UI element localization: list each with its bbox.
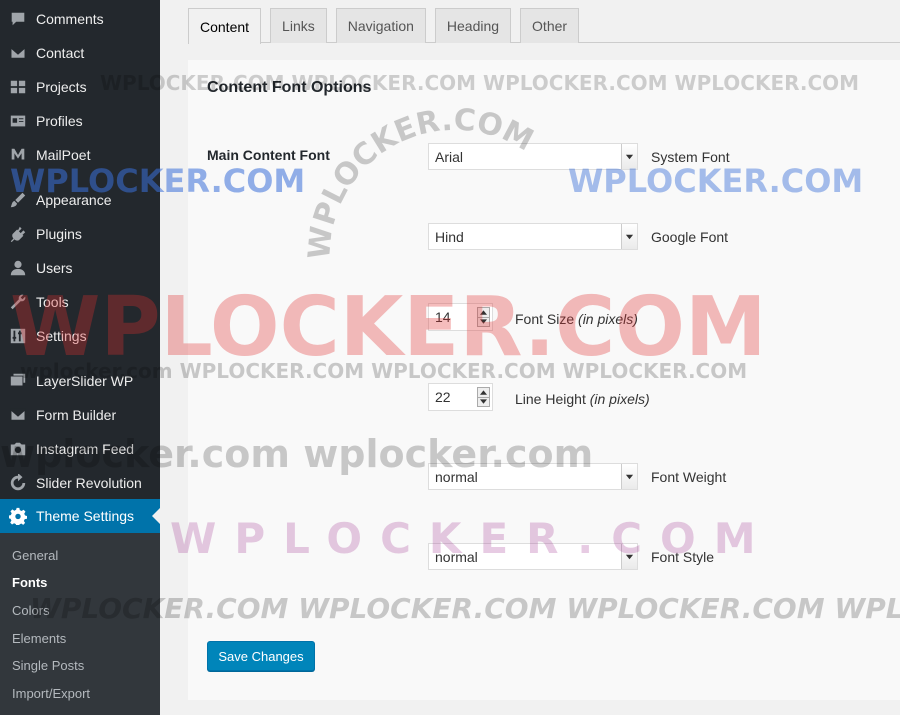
admin-sidebar: Comments Contact Projects Profiles MailP… <box>0 0 160 715</box>
sidebar-item-tools[interactable]: Tools <box>0 285 160 319</box>
user-icon <box>9 259 27 277</box>
system-font-select[interactable]: Arial <box>428 143 638 170</box>
sidebar-item-label: Instagram Feed <box>36 441 135 457</box>
google-font-select[interactable]: Hind <box>428 223 638 250</box>
system-font-value: Arial <box>435 148 464 165</box>
camera-icon <box>9 440 27 458</box>
sidebar-item-users[interactable]: Users <box>0 251 160 285</box>
font-weight-select[interactable]: normal <box>428 463 638 490</box>
id-card-icon <box>9 112 27 130</box>
chevron-down-icon <box>621 464 637 489</box>
envelope-icon <box>9 44 27 62</box>
sidebar-item-label: LayerSlider WP <box>36 373 134 389</box>
sidebar-item-label: MailPoet <box>36 147 91 163</box>
font-size-input[interactable]: 14 <box>428 303 493 331</box>
tab-navigation[interactable]: Navigation <box>335 8 426 43</box>
submenu-item-import-export[interactable]: Import/Export <box>12 686 90 701</box>
sidebar-item-profiles[interactable]: Profiles <box>0 104 160 138</box>
tab-content[interactable]: Content <box>188 8 262 44</box>
wrench-icon <box>9 293 27 311</box>
submenu-item-elements[interactable]: Elements <box>12 631 66 646</box>
sidebar-item-mailpoet[interactable]: MailPoet <box>0 138 160 172</box>
tab-other[interactable]: Other <box>520 8 580 43</box>
sidebar-item-plugins[interactable]: Plugins <box>0 217 160 251</box>
font-size-spinner[interactable] <box>477 307 490 327</box>
sidebar-item-theme-settings[interactable]: Theme Settings <box>0 499 160 533</box>
chevron-down-icon <box>621 224 637 249</box>
sidebar-item-label: Form Builder <box>36 407 117 423</box>
font-style-value: normal <box>435 548 478 565</box>
sidebar-item-contact[interactable]: Contact <box>0 36 160 70</box>
sidebar-item-label: Contact <box>36 45 85 61</box>
sidebar-item-label: Users <box>36 260 73 276</box>
font-size-desc: Font Size <box>515 311 575 327</box>
sidebar-item-layerslider[interactable]: LayerSlider WP <box>0 364 160 398</box>
line-height-input[interactable]: 22 <box>428 383 493 411</box>
paintbrush-icon <box>9 191 27 209</box>
google-font-label: Google Font <box>651 229 729 245</box>
font-size-label: Font Size (in pixels) <box>515 311 638 327</box>
sidebar-item-label: Profiles <box>36 113 83 129</box>
font-weight-value: normal <box>435 468 478 485</box>
system-font-label: System Font <box>651 149 730 165</box>
sidebar-item-settings[interactable]: Settings <box>0 319 160 353</box>
sidebar-item-slider-revolution[interactable]: Slider Revolution <box>0 466 160 500</box>
plugin-icon <box>9 225 27 243</box>
spinner-down-icon[interactable] <box>478 318 489 327</box>
line-height-spinner[interactable] <box>477 387 490 407</box>
sliders-icon <box>9 327 27 345</box>
sidebar-item-label: Comments <box>36 11 104 27</box>
tab-links[interactable]: Links <box>270 8 327 43</box>
mailpoet-icon <box>9 146 27 164</box>
main-content: Content Links Navigation Heading Other C… <box>160 0 900 715</box>
sidebar-item-label: Projects <box>36 79 87 95</box>
sidebar-item-label: Appearance <box>36 192 112 208</box>
font-size-unit: (in pixels) <box>578 311 638 327</box>
refresh-icon <box>9 474 27 492</box>
chevron-down-icon <box>621 544 637 569</box>
line-height-value: 22 <box>435 389 451 405</box>
layers-icon <box>9 372 27 390</box>
field-label: Main Content Font <box>207 147 330 163</box>
font-style-select[interactable]: normal <box>428 543 638 570</box>
line-height-desc: Line Height <box>515 391 586 407</box>
section-title: Content Font Options <box>207 79 372 96</box>
line-height-label: Line Height (in pixels) <box>515 391 650 407</box>
tab-heading[interactable]: Heading <box>434 8 512 43</box>
settings-tabs: Content Links Navigation Heading Other <box>188 8 588 44</box>
theme-settings-submenu: General Fonts Colors Elements Single Pos… <box>0 533 160 715</box>
submenu-item-colors[interactable]: Colors <box>12 603 50 618</box>
submenu-item-fonts[interactable]: Fonts <box>12 575 47 590</box>
sidebar-item-label: Tools <box>36 294 69 310</box>
spinner-up-icon[interactable] <box>478 308 489 318</box>
google-font-value: Hind <box>435 228 464 245</box>
spinner-down-icon[interactable] <box>478 398 489 407</box>
font-style-label: Font Style <box>651 549 715 565</box>
sidebar-item-label: Plugins <box>36 226 82 242</box>
submenu-item-general[interactable]: General <box>12 548 58 563</box>
font-weight-label: Font Weight <box>651 469 727 485</box>
gear-icon <box>9 507 27 525</box>
spinner-up-icon[interactable] <box>478 388 489 398</box>
font-size-value: 14 <box>435 309 451 325</box>
sidebar-item-label: Settings <box>36 328 87 344</box>
sidebar-item-appearance[interactable]: Appearance <box>0 183 160 217</box>
sidebar-item-label: Theme Settings <box>36 508 135 524</box>
comments-icon <box>9 10 27 28</box>
portfolio-icon <box>9 78 27 96</box>
sidebar-item-form-builder[interactable]: Form Builder <box>0 398 160 432</box>
sidebar-item-label: Slider Revolution <box>36 475 142 491</box>
save-changes-button[interactable]: Save Changes <box>207 641 315 671</box>
sidebar-item-instagram-feed[interactable]: Instagram Feed <box>0 432 160 466</box>
sidebar-item-projects[interactable]: Projects <box>0 70 160 104</box>
line-height-unit: (in pixels) <box>589 391 650 407</box>
sidebar-item-comments[interactable]: Comments <box>0 2 160 36</box>
chevron-down-icon <box>621 144 637 169</box>
submenu-item-single-posts[interactable]: Single Posts <box>12 658 84 673</box>
envelope-icon <box>9 406 27 424</box>
